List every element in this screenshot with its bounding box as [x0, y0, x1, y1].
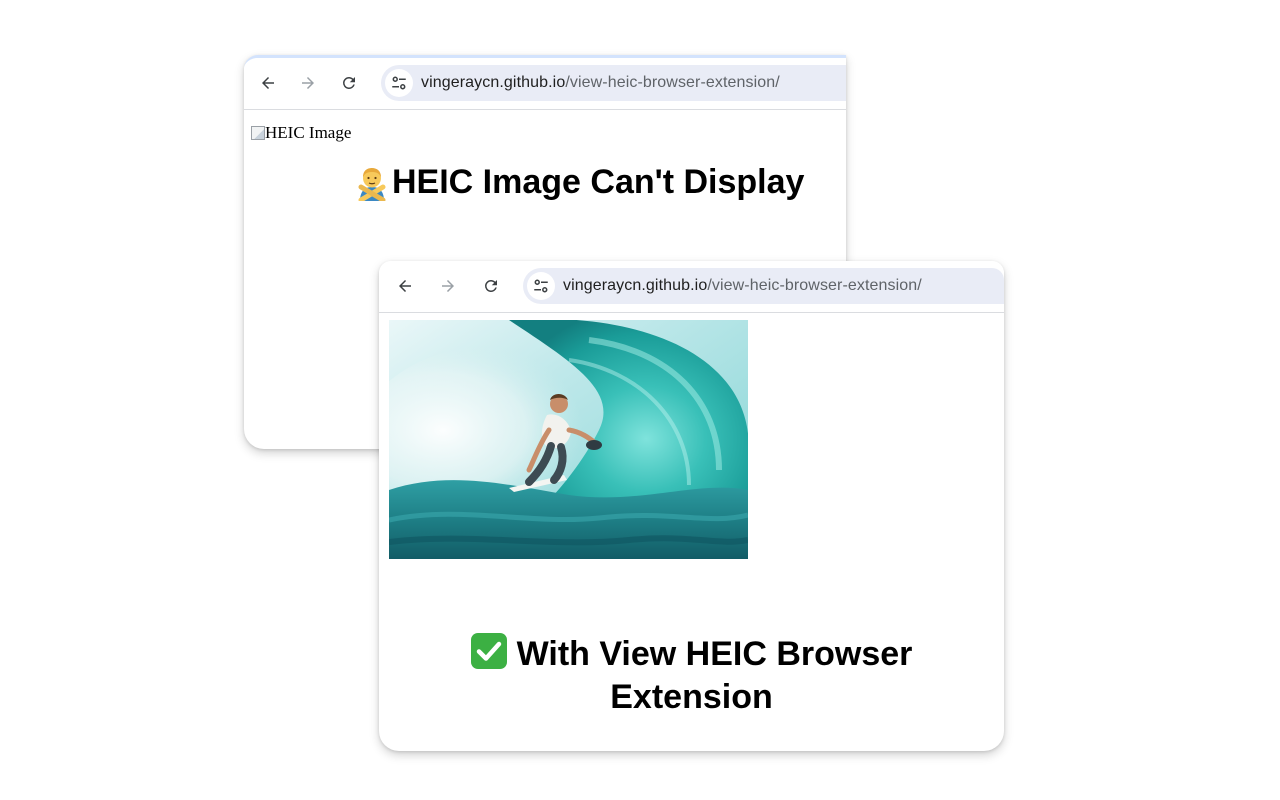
arrow-left-icon	[399, 280, 411, 292]
browser-toolbar: vingeraycn.github.io/view-heic-browser-e…	[244, 58, 846, 110]
broken-image-icon	[251, 126, 265, 140]
page-heading-with-extension: With View HEIC Browser Extension	[419, 633, 964, 719]
url-path: /view-heic-browser-extension/	[565, 74, 780, 91]
arrow-right-icon	[302, 77, 314, 89]
back-button[interactable]	[255, 70, 281, 96]
reload-button[interactable]	[336, 70, 362, 96]
forward-button[interactable]	[295, 70, 321, 96]
address-bar[interactable]: vingeraycn.github.io/view-heic-browser-e…	[381, 65, 846, 101]
reload-icon	[485, 280, 497, 292]
page-heading-without-extension: HEIC Image Can't Display	[354, 163, 804, 202]
browser-window-with-extension: vingeraycn.github.io/view-heic-browser-e…	[379, 261, 1004, 751]
url-host: vingeraycn.github.io	[421, 74, 566, 91]
site-info-button[interactable]	[527, 272, 555, 300]
back-button[interactable]	[392, 273, 418, 299]
surfer-wave-image	[389, 320, 748, 559]
heic-surfer-photo	[389, 320, 748, 559]
heading-text: With View HEIC Browser Extension	[516, 635, 913, 716]
person-gesturing-no-emoji	[358, 167, 386, 201]
forward-button[interactable]	[435, 273, 461, 299]
broken-heic-image: HEIC Image	[251, 123, 351, 143]
reload-icon	[343, 77, 355, 89]
browser-toolbar: vingeraycn.github.io/view-heic-browser-e…	[379, 261, 1004, 313]
arrow-right-icon	[442, 280, 454, 292]
reload-button[interactable]	[478, 273, 504, 299]
broken-image-alt-text: HEIC Image	[265, 123, 352, 142]
site-info-button[interactable]	[385, 69, 413, 97]
arrow-left-icon	[262, 77, 274, 89]
heading-text: HEIC Image Can't Display	[392, 163, 805, 201]
tune-icon	[392, 76, 406, 90]
url-text: vingeraycn.github.io/view-heic-browser-e…	[421, 74, 780, 92]
promo-canvas: vingeraycn.github.io/view-heic-browser-e…	[0, 0, 1280, 800]
check-mark-button-emoji	[470, 633, 507, 669]
address-bar[interactable]: vingeraycn.github.io/view-heic-browser-e…	[523, 268, 1004, 304]
url-path: /view-heic-browser-extension/	[707, 277, 922, 294]
tune-icon	[534, 279, 548, 293]
url-text: vingeraycn.github.io/view-heic-browser-e…	[563, 277, 922, 295]
url-host: vingeraycn.github.io	[563, 277, 708, 294]
